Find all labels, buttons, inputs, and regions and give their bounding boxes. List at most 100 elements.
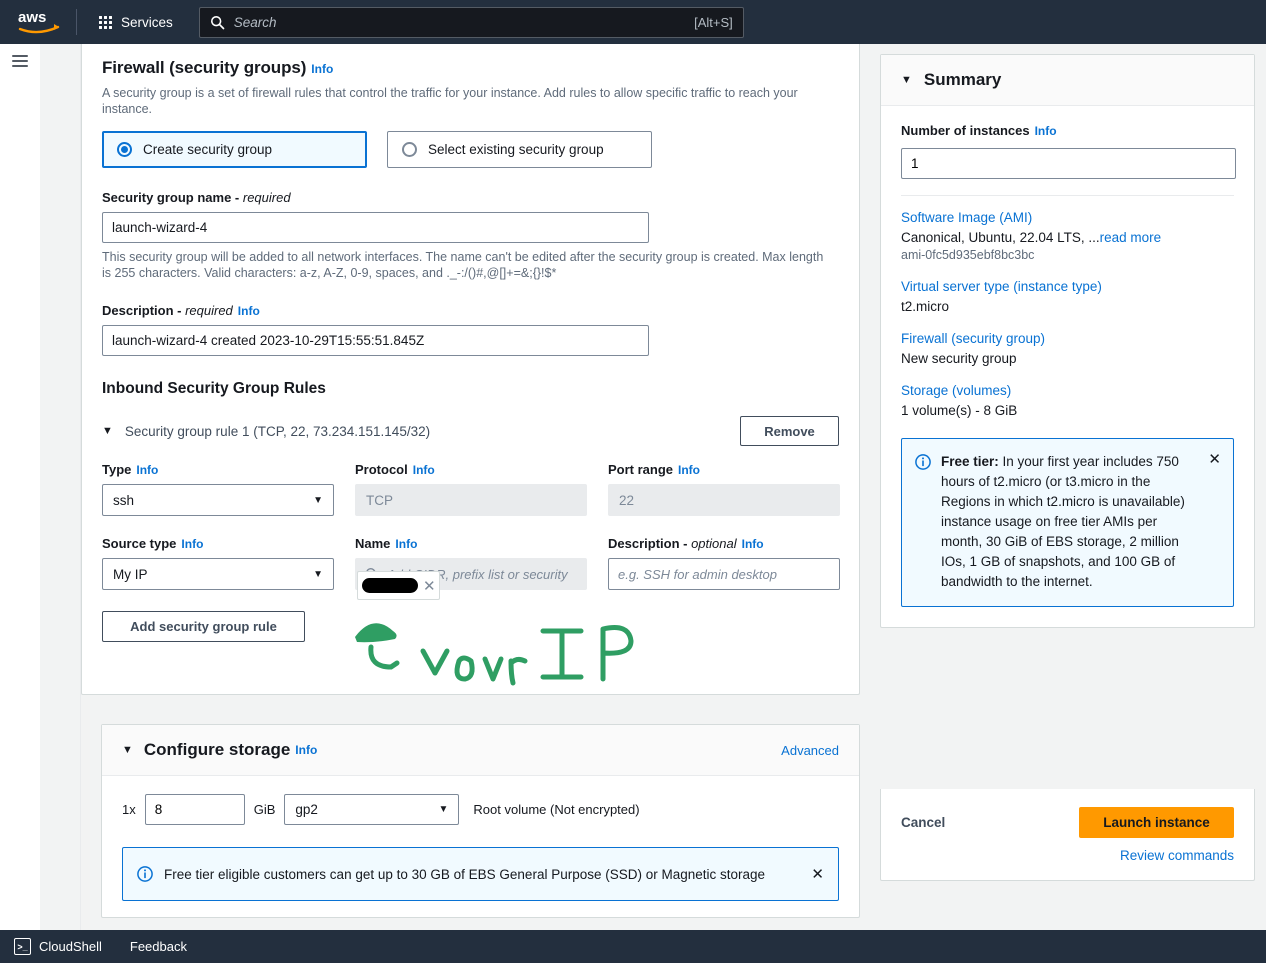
protocol-info-link[interactable]: Info [413, 463, 435, 477]
footer-bar: >_ CloudShell Feedback [0, 930, 1266, 963]
source-type-select[interactable]: My IP ▼ [102, 558, 334, 590]
search-shortcut-hint: [Alt+S] [694, 14, 733, 30]
description-label-text: Description - [102, 303, 186, 318]
instances-label-text: Number of instances [901, 123, 1030, 138]
chevron-down-icon: ▼ [313, 494, 323, 506]
feedback-link[interactable]: Feedback [130, 939, 187, 954]
port-info-link[interactable]: Info [678, 463, 700, 477]
summary-divider [901, 195, 1234, 196]
sg-name-label-text: Security group name - [102, 190, 243, 205]
security-group-name-helper: This security group will be added to all… [102, 250, 824, 280]
summary-value-ami: Canonical, Ubuntu, 22.04 LTS, ...read mo… [901, 230, 1234, 245]
type-select[interactable]: ssh ▼ [102, 484, 334, 516]
volume-size-input[interactable] [144, 794, 245, 825]
summary-actions-card: Cancel Launch instance Review commands [880, 789, 1255, 881]
protocol-readonly-field: TCP [355, 484, 587, 516]
summary-item-storage: Storage (volumes) 1 volume(s) - 8 GiB [901, 383, 1234, 418]
summary-link-instance-type[interactable]: Virtual server type (instance type) [901, 279, 1234, 294]
launch-instance-button[interactable]: Launch instance [1079, 807, 1234, 838]
info-icon [915, 454, 931, 470]
aws-logo[interactable]: aws [18, 9, 62, 35]
root-volume-text: Root volume (Not encrypted) [473, 802, 640, 817]
rule-description-input[interactable] [608, 558, 840, 590]
services-menu-button[interactable]: Services [91, 10, 181, 35]
sg-name-required-text: required [242, 190, 291, 205]
search-input[interactable] [233, 14, 695, 30]
summary-panel: ▼ Summary Number of instances Info Softwa… [860, 44, 1266, 963]
rule-description-label: Description - optional Info [608, 536, 840, 551]
selected-ip-chip[interactable]: ✕ [357, 571, 440, 600]
close-icon[interactable]: ✕ [423, 577, 436, 595]
grid-icon [99, 15, 112, 29]
instances-info-link[interactable]: Info [1035, 124, 1057, 138]
chevron-down-icon[interactable]: ▼ [102, 425, 113, 437]
radio-create-security-group[interactable]: Create security group [102, 131, 367, 168]
rule-desc-optional-text: optional [691, 536, 737, 551]
name-label-text: Name [355, 536, 391, 551]
close-icon[interactable]: ✕ [1208, 450, 1221, 468]
firewall-info-link[interactable]: Info [311, 62, 333, 76]
read-more-link[interactable]: read more [1100, 230, 1162, 245]
left-rail [0, 44, 40, 963]
advanced-link[interactable]: Advanced [781, 743, 839, 758]
security-group-name-input[interactable] [102, 212, 649, 243]
storage-alert-text: Free tier eligible customers can get up … [164, 866, 766, 882]
radio-existing-label: Select existing security group [428, 142, 604, 157]
close-icon[interactable]: ✕ [811, 865, 824, 883]
chevron-down-icon[interactable]: ▼ [122, 744, 133, 756]
type-value: ssh [113, 492, 135, 508]
volume-type-select[interactable]: gp2 ▼ [284, 794, 460, 825]
source-type-field-group: Source type Info My IP ▼ [102, 536, 334, 590]
summary-link-firewall[interactable]: Firewall (security group) [901, 331, 1234, 346]
radio-select-existing-security-group[interactable]: Select existing security group [387, 131, 652, 168]
cancel-button[interactable]: Cancel [901, 815, 945, 830]
storage-info-link[interactable]: Info [295, 743, 317, 757]
global-search-box[interactable]: [Alt+S] [198, 6, 744, 38]
radio-unselected-icon [402, 142, 417, 157]
rule-fields-row-2: Source type Info My IP ▼ Name Info Add C… [102, 536, 840, 590]
description-info-link[interactable]: Info [238, 304, 260, 318]
port-range-field-group: Port range Info 22 [608, 462, 840, 516]
rule-desc-label-text: Description - [608, 536, 692, 551]
chevron-down-icon: ▼ [438, 804, 449, 815]
type-info-link[interactable]: Info [136, 463, 158, 477]
rule-fields-row-1: TypeInfo ssh ▼ ProtocolInfo TCP Port r [102, 462, 840, 516]
volume-type-value: gp2 [295, 802, 318, 817]
menu-icon[interactable] [12, 55, 28, 70]
volume-multiplier: 1x [122, 802, 136, 817]
source-type-label: Source type Info [102, 536, 334, 551]
source-type-value: My IP [113, 566, 148, 582]
summary-title: Summary [923, 70, 1002, 89]
number-of-instances-input[interactable] [901, 148, 1236, 179]
rail-gutter [40, 44, 81, 963]
radio-create-label: Create security group [143, 142, 273, 157]
cloudshell-button[interactable]: >_ CloudShell [14, 938, 102, 955]
remove-rule-button[interactable]: Remove [740, 416, 839, 446]
summary-value-firewall: New security group [901, 351, 1017, 366]
storage-free-tier-alert: Free tier eligible customers can get up … [122, 847, 839, 901]
summary-ami-id: ami-0fc5d935ebf8bc3bc [901, 248, 1035, 262]
search-icon [210, 15, 225, 29]
security-group-description-input[interactable] [102, 325, 649, 356]
configure-storage-card: ▼ Configure storage Info Advanced 1x GiB… [101, 724, 860, 918]
volume-unit-label: GiB [253, 802, 276, 817]
inbound-rules-heading: Inbound Security Group Rules [102, 380, 326, 397]
description-required-text: required [185, 303, 233, 318]
free-tier-body-text: In your first year includes 750 hours of… [941, 454, 1185, 589]
free-tier-text: Free tier: In your first year includes 7… [941, 452, 1199, 592]
configure-storage-header: ▼ Configure storage Info Advanced [102, 725, 859, 776]
chevron-down-icon: ▼ [313, 568, 323, 580]
services-label: Services [121, 14, 173, 30]
summary-value-storage: 1 volume(s) - 8 GiB [901, 403, 1018, 418]
protocol-label-text: Protocol [355, 462, 408, 477]
source-info-link[interactable]: Info [181, 537, 203, 551]
chevron-down-icon[interactable]: ▼ [901, 74, 912, 86]
rule-desc-info-link[interactable]: Info [742, 537, 764, 551]
summary-link-ami[interactable]: Software Image (AMI) [901, 210, 1234, 225]
summary-link-storage[interactable]: Storage (volumes) [901, 383, 1234, 398]
add-security-group-rule-button[interactable]: Add security group rule [102, 611, 305, 642]
review-commands-link[interactable]: Review commands [1120, 848, 1234, 863]
protocol-value: TCP [366, 492, 393, 508]
name-info-link[interactable]: Info [395, 537, 417, 551]
source-label-text: Source type [102, 536, 177, 551]
